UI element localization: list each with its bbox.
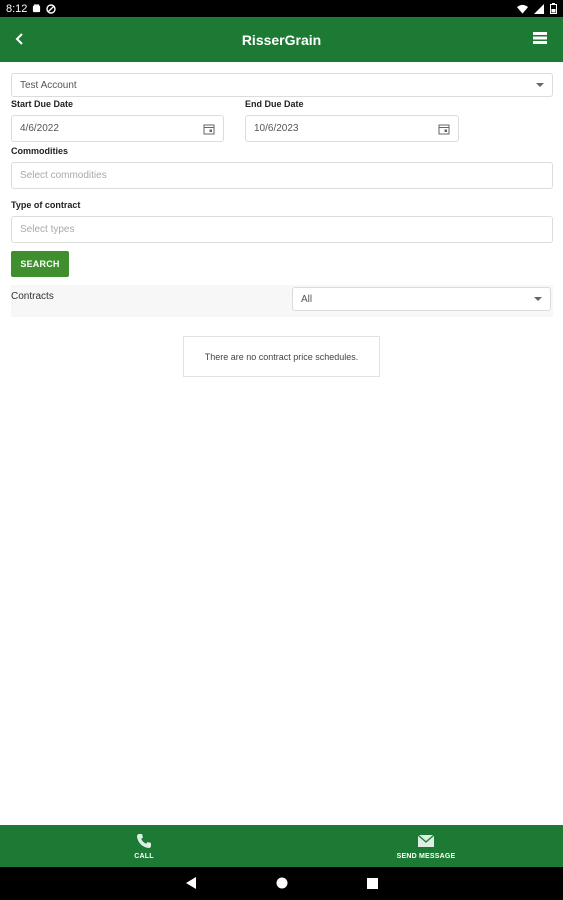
account-select[interactable]: Test Account [11, 73, 553, 97]
battery-icon [550, 3, 557, 14]
blocked-icon [46, 3, 57, 14]
start-due-date-label: Start Due Date [11, 99, 74, 109]
signal-icon [534, 3, 544, 14]
back-chevron-icon[interactable] [8, 27, 32, 51]
commodities-placeholder: Select commodities [20, 170, 107, 181]
contracts-label: Contracts [11, 291, 54, 302]
commodities-label: Commodities [11, 146, 69, 156]
contract-type-placeholder: Select types [20, 224, 75, 235]
storage-icon [32, 4, 41, 13]
app-title: RisserGrain [241, 31, 322, 48]
menu-icon[interactable] [533, 31, 547, 45]
send-message-button[interactable]: SEND MESSAGE [376, 825, 476, 867]
system-nav-bar [0, 867, 563, 900]
start-due-date-value: 4/6/2022 [20, 123, 59, 134]
bottom-action-bar: CALL SEND MESSAGE [0, 825, 563, 867]
end-due-date-field[interactable]: 10/6/2023 [245, 115, 459, 142]
calendar-icon[interactable] [438, 123, 450, 135]
send-message-label: SEND MESSAGE [396, 852, 456, 860]
empty-state-text: There are no contract price schedules. [204, 351, 359, 362]
commodities-select[interactable]: Select commodities [11, 162, 553, 189]
calendar-icon[interactable] [203, 123, 215, 135]
search-button[interactable]: SEARCH [11, 251, 69, 277]
call-button[interactable]: CALL [104, 825, 184, 867]
recents-square-icon[interactable] [365, 876, 379, 890]
chevron-down-icon [536, 83, 544, 87]
call-label: CALL [134, 852, 154, 860]
contracts-filter-value: All [301, 293, 313, 305]
contract-type-select[interactable]: Select types [11, 216, 553, 243]
contract-type-label: Type of contract [11, 200, 81, 210]
end-due-date-value: 10/6/2023 [254, 123, 299, 134]
chevron-down-icon [534, 297, 542, 301]
home-circle-icon[interactable] [275, 876, 289, 890]
app-bar: RisserGrain [0, 17, 563, 62]
phone-icon [137, 833, 151, 848]
envelope-icon [417, 834, 435, 847]
status-bar: 8:12 [0, 0, 563, 17]
contracts-filter-select[interactable]: All [292, 287, 551, 311]
wifi-icon [517, 4, 528, 14]
status-time: 8:12 [6, 2, 28, 15]
back-triangle-icon[interactable] [184, 876, 198, 890]
account-select-value: Test Account [20, 79, 77, 91]
start-due-date-field[interactable]: 4/6/2022 [11, 115, 224, 142]
end-due-date-label: End Due Date [245, 99, 304, 109]
empty-state-message: There are no contract price schedules. [183, 336, 380, 377]
